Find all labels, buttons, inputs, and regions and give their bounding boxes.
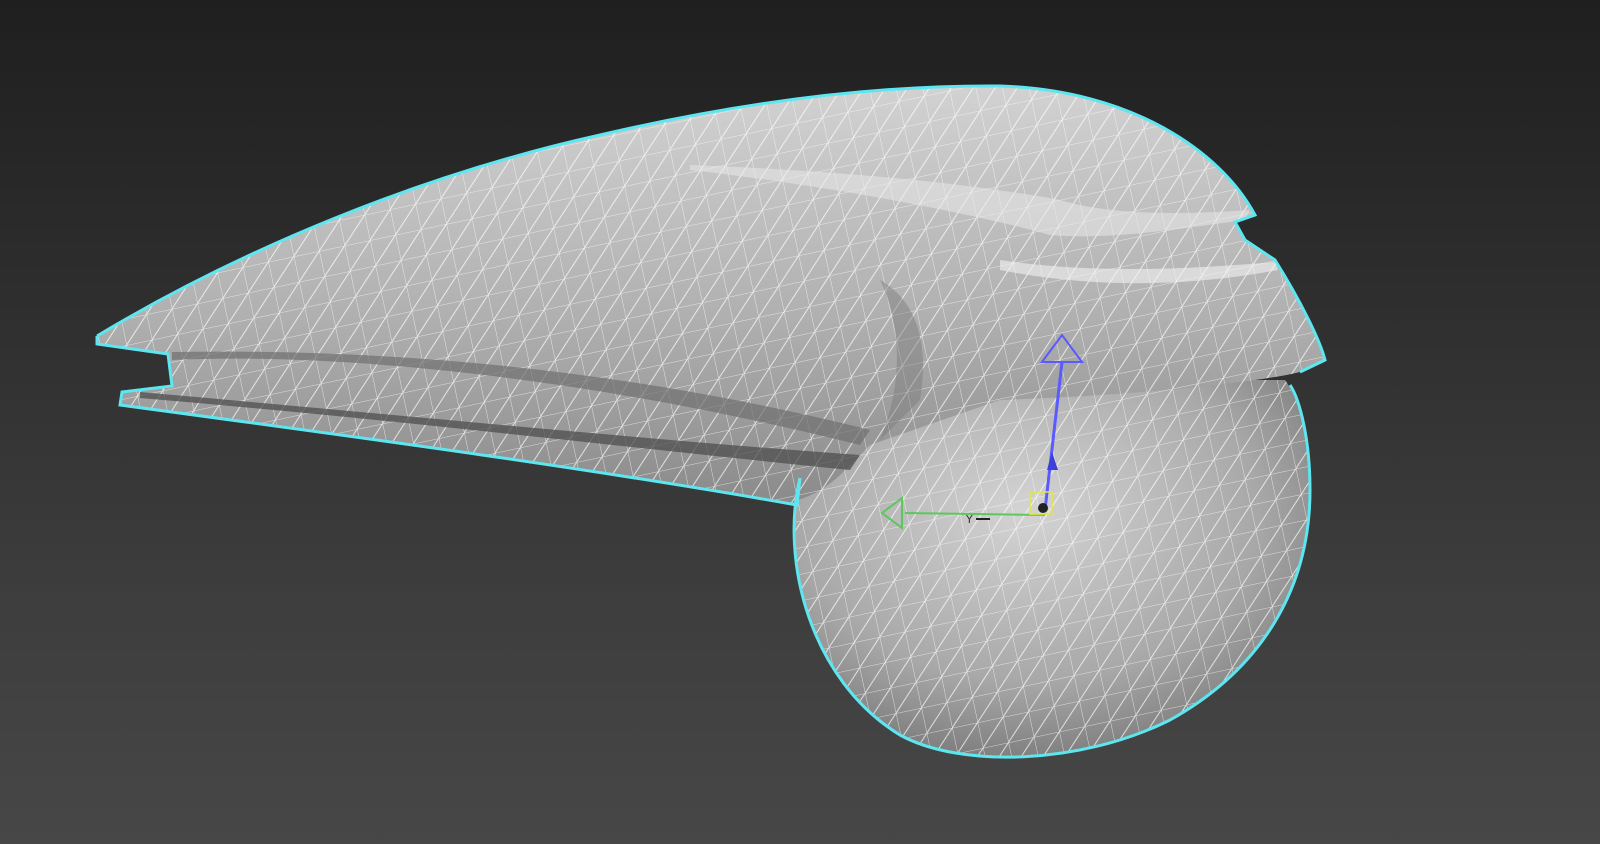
- gizmo-pivot: [1038, 503, 1048, 513]
- viewport-scene[interactable]: Y: [0, 0, 1600, 844]
- 3d-viewport[interactable]: Y: [0, 0, 1600, 844]
- axis-label: Y: [965, 513, 973, 526]
